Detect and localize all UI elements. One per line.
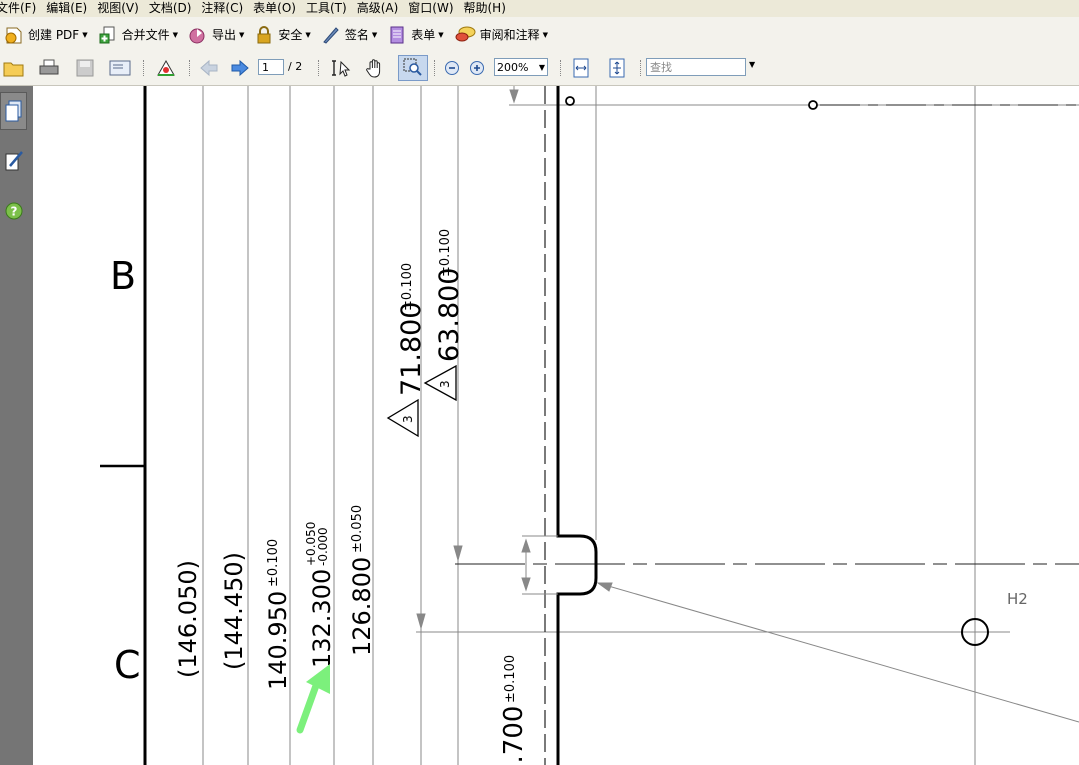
- menu-comments[interactable]: 注释(C): [196, 0, 248, 17]
- search-options-chevron-icon[interactable]: ▼: [749, 60, 755, 69]
- menu-document[interactable]: 文档(D): [144, 0, 197, 17]
- create-pdf-label: 创建 PDF: [28, 28, 80, 42]
- dimension-144-450: (144.450): [220, 552, 248, 670]
- menu-file[interactable]: 文件(F): [0, 0, 41, 17]
- create-pdf-icon: [5, 27, 22, 43]
- next-page-icon[interactable]: [228, 57, 252, 79]
- save-icon[interactable]: [73, 57, 97, 79]
- dimension-146-050: (146.050): [174, 560, 202, 678]
- document-canvas[interactable]: H2 B C (146.050) (144.450) 140.950 ±0.10…: [33, 86, 1079, 765]
- svg-text:?: ?: [10, 205, 17, 219]
- menu-bar: 文件(F) 编辑(E) 视图(V) 文档(D) 注释(C) 表单(O) 工具(T…: [0, 0, 1079, 17]
- svg-text:3: 3: [438, 380, 452, 388]
- navigation-sidebar: ?: [0, 86, 33, 765]
- review-comment-button[interactable]: 审阅和注释 ▼: [454, 21, 554, 49]
- search-input[interactable]: 查找: [646, 58, 746, 76]
- forms-button[interactable]: 表单 ▼: [387, 21, 449, 49]
- dimension-71-800-tolerance: ±0.100: [400, 263, 415, 311]
- marquee-zoom-icon[interactable]: [398, 55, 428, 81]
- hole-label: H2: [1007, 590, 1028, 608]
- dimension-6-700: 6.700: [499, 706, 529, 765]
- secure-button[interactable]: 安全 ▼: [254, 21, 316, 49]
- green-highlight-arrow: [296, 664, 330, 734]
- menu-tools[interactable]: 工具(T): [301, 0, 352, 17]
- sign-button[interactable]: 签名 ▼: [321, 21, 383, 49]
- fit-width-icon[interactable]: [569, 57, 593, 79]
- navigation-toolbar: 1 / 2 200% ▼ 查找 ▼: [0, 52, 1079, 86]
- menu-advanced[interactable]: 高级(A): [352, 0, 404, 17]
- lock-icon: [257, 25, 271, 43]
- fit-page-icon[interactable]: [605, 57, 629, 79]
- zone-letter-c: C: [114, 643, 141, 687]
- zoom-in-icon[interactable]: [465, 57, 489, 79]
- dimension-63-800: 63.800: [434, 268, 465, 362]
- chevron-down-icon: ▼: [538, 63, 545, 72]
- pages-panel-icon[interactable]: [0, 92, 27, 130]
- dimension-63-800-tolerance: ±0.100: [438, 229, 453, 277]
- menu-view[interactable]: 视图(V): [92, 0, 144, 17]
- color-palette-icon[interactable]: [154, 57, 178, 79]
- menu-window[interactable]: 窗口(W): [403, 0, 458, 17]
- menu-forms[interactable]: 表单(O): [248, 0, 301, 17]
- combine-files-label: 合并文件: [121, 28, 170, 42]
- combine-files-button[interactable]: 合并文件 ▼: [98, 21, 184, 49]
- export-button[interactable]: 导出 ▼: [188, 21, 250, 49]
- email-icon[interactable]: [108, 57, 132, 79]
- engineering-drawing: H2 B C (146.050) (144.450) 140.950 ±0.10…: [100, 86, 1079, 765]
- svg-text:3: 3: [401, 415, 415, 423]
- forms-icon: [390, 26, 404, 43]
- task-toolbar: 创建 PDF ▼ 合并文件 ▼ 导出 ▼ 安全 ▼ 签名 ▼ 表单 ▼ 审阅和注释 ▼: [0, 17, 1079, 53]
- menu-edit[interactable]: 编辑(E): [41, 0, 92, 17]
- page-number-input[interactable]: 1: [258, 59, 284, 75]
- create-pdf-button[interactable]: 创建 PDF ▼: [4, 21, 94, 49]
- sign-label: 签名: [344, 28, 369, 42]
- revision-triangle-note-63: 3: [423, 364, 457, 402]
- dimension-132-300: 132.300: [308, 569, 336, 668]
- forms-label: 表单: [411, 28, 436, 42]
- zone-letter-b: B: [110, 254, 136, 298]
- review-comment-label: 审阅和注释: [479, 28, 540, 42]
- combine-files-icon: [99, 26, 115, 43]
- export-icon: [189, 28, 205, 43]
- page-total: / 2: [288, 60, 303, 73]
- dimension-140-950: 140.950: [264, 591, 292, 690]
- comment-icon: [455, 26, 476, 41]
- pen-icon: [323, 26, 339, 44]
- dimension-132-300-lower-tolerance: -0.000: [316, 527, 330, 566]
- menu-help[interactable]: 帮助(H): [459, 0, 511, 17]
- revision-triangle-note-71: 3: [386, 398, 419, 438]
- previous-page-icon[interactable]: [197, 57, 221, 79]
- select-text-tool-icon[interactable]: [330, 57, 354, 79]
- zoom-out-icon[interactable]: [440, 57, 464, 79]
- dimension-126-800-tolerance: ±0.050: [350, 505, 365, 553]
- signatures-panel-icon[interactable]: [0, 142, 27, 180]
- zoom-level-select[interactable]: 200% ▼: [494, 58, 548, 76]
- dimension-6-700-tolerance: ±0.100: [503, 655, 518, 703]
- dimension-71-800: 71.800: [396, 302, 427, 396]
- print-icon[interactable]: [37, 57, 61, 79]
- export-label: 导出: [212, 28, 237, 42]
- dimension-126-800: 126.800: [348, 557, 376, 656]
- help-icon[interactable]: ?: [0, 192, 27, 230]
- hand-tool-icon[interactable]: [363, 57, 387, 79]
- open-folder-icon[interactable]: [2, 57, 26, 79]
- dimension-140-950-tolerance: ±0.100: [266, 539, 281, 587]
- secure-label: 安全: [278, 28, 303, 42]
